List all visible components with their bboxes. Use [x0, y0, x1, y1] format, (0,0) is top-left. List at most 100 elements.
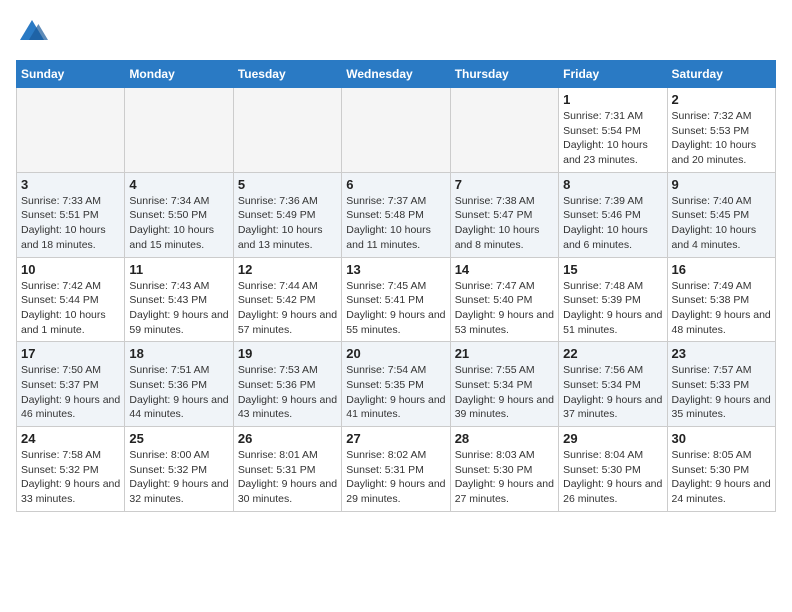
day-number: 23 [672, 346, 771, 361]
day-number: 8 [563, 177, 662, 192]
day-number: 18 [129, 346, 228, 361]
day-number: 26 [238, 431, 337, 446]
day-header-tuesday: Tuesday [233, 61, 341, 88]
day-header-monday: Monday [125, 61, 233, 88]
calendar-cell: 8 Sunrise: 7:39 AMSunset: 5:46 PMDaylight… [559, 172, 667, 257]
day-number: 11 [129, 262, 228, 277]
day-number: 5 [238, 177, 337, 192]
day-header-friday: Friday [559, 61, 667, 88]
day-number: 3 [21, 177, 120, 192]
calendar-cell: 23 Sunrise: 7:57 AMSunset: 5:33 PMDayligh… [667, 342, 775, 427]
day-info: Sunrise: 8:02 AMSunset: 5:31 PMDaylight:… [346, 448, 445, 507]
day-number: 27 [346, 431, 445, 446]
calendar-cell: 6Sunrise: 7:37 AMSunset: 5:48 PMDaylight… [342, 172, 450, 257]
calendar-cell [342, 88, 450, 173]
calendar-cell: 15 Sunrise: 7:48 AMSunset: 5:39 PMDayligh… [559, 257, 667, 342]
calendar-cell: 27 Sunrise: 8:02 AMSunset: 5:31 PMDayligh… [342, 427, 450, 512]
day-number: 7 [455, 177, 554, 192]
day-header-wednesday: Wednesday [342, 61, 450, 88]
calendar-week-2: 3Sunrise: 7:33 AMSunset: 5:51 PMDaylight… [17, 172, 776, 257]
day-info: Sunrise: 7:54 AMSunset: 5:35 PMDaylight:… [346, 363, 445, 422]
calendar-cell: 7 Sunrise: 7:38 AMSunset: 5:47 PMDaylight… [450, 172, 558, 257]
calendar-cell: 3Sunrise: 7:33 AMSunset: 5:51 PMDaylight… [17, 172, 125, 257]
day-number: 13 [346, 262, 445, 277]
day-number: 10 [21, 262, 120, 277]
day-number: 14 [455, 262, 554, 277]
day-info: Sunrise: 7:40 AMSunset: 5:45 PMDaylight:… [672, 194, 771, 253]
calendar-week-5: 24 Sunrise: 7:58 AMSunset: 5:32 PMDayligh… [17, 427, 776, 512]
calendar-week-1: 1 Sunrise: 7:31 AMSunset: 5:54 PMDaylight… [17, 88, 776, 173]
calendar-cell [125, 88, 233, 173]
day-number: 30 [672, 431, 771, 446]
day-info: Sunrise: 7:55 AMSunset: 5:34 PMDaylight:… [455, 363, 554, 422]
day-number: 4 [129, 177, 228, 192]
calendar-cell: 17Sunrise: 7:50 AMSunset: 5:37 PMDayligh… [17, 342, 125, 427]
day-info: Sunrise: 7:36 AMSunset: 5:49 PMDaylight:… [238, 194, 337, 253]
page-header [16, 16, 776, 48]
day-number: 22 [563, 346, 662, 361]
day-info: Sunrise: 7:56 AMSunset: 5:34 PMDaylight:… [563, 363, 662, 422]
day-number: 9 [672, 177, 771, 192]
calendar-cell: 9 Sunrise: 7:40 AMSunset: 5:45 PMDaylight… [667, 172, 775, 257]
day-info: Sunrise: 7:38 AMSunset: 5:47 PMDaylight:… [455, 194, 554, 253]
calendar-cell: 18 Sunrise: 7:51 AMSunset: 5:36 PMDayligh… [125, 342, 233, 427]
calendar-cell: 16Sunrise: 7:49 AMSunset: 5:38 PMDayligh… [667, 257, 775, 342]
day-info: Sunrise: 8:00 AMSunset: 5:32 PMDaylight:… [129, 448, 228, 507]
calendar-cell: 28Sunrise: 8:03 AMSunset: 5:30 PMDayligh… [450, 427, 558, 512]
day-info: Sunrise: 7:48 AMSunset: 5:39 PMDaylight:… [563, 279, 662, 338]
day-number: 20 [346, 346, 445, 361]
day-header-thursday: Thursday [450, 61, 558, 88]
day-number: 12 [238, 262, 337, 277]
day-info: Sunrise: 7:42 AMSunset: 5:44 PMDaylight:… [21, 279, 120, 338]
day-header-sunday: Sunday [17, 61, 125, 88]
calendar-cell: 20 Sunrise: 7:54 AMSunset: 5:35 PMDayligh… [342, 342, 450, 427]
calendar-cell: 13 Sunrise: 7:45 AMSunset: 5:41 PMDayligh… [342, 257, 450, 342]
calendar-cell: 22 Sunrise: 7:56 AMSunset: 5:34 PMDayligh… [559, 342, 667, 427]
day-info: Sunrise: 7:50 AMSunset: 5:37 PMDaylight:… [21, 363, 120, 422]
day-info: Sunrise: 7:44 AMSunset: 5:42 PMDaylight:… [238, 279, 337, 338]
day-info: Sunrise: 7:49 AMSunset: 5:38 PMDaylight:… [672, 279, 771, 338]
day-info: Sunrise: 8:04 AMSunset: 5:30 PMDaylight:… [563, 448, 662, 507]
calendar-cell: 2 Sunrise: 7:32 AMSunset: 5:53 PMDaylight… [667, 88, 775, 173]
day-number: 21 [455, 346, 554, 361]
logo-icon [16, 16, 48, 48]
calendar-cell: 5 Sunrise: 7:36 AMSunset: 5:49 PMDaylight… [233, 172, 341, 257]
day-info: Sunrise: 7:43 AMSunset: 5:43 PMDaylight:… [129, 279, 228, 338]
day-info: Sunrise: 7:57 AMSunset: 5:33 PMDaylight:… [672, 363, 771, 422]
day-info: Sunrise: 8:01 AMSunset: 5:31 PMDaylight:… [238, 448, 337, 507]
calendar-week-3: 10 Sunrise: 7:42 AMSunset: 5:44 PMDayligh… [17, 257, 776, 342]
day-number: 1 [563, 92, 662, 107]
calendar-cell: 19 Sunrise: 7:53 AMSunset: 5:36 PMDayligh… [233, 342, 341, 427]
day-info: Sunrise: 7:31 AMSunset: 5:54 PMDaylight:… [563, 109, 662, 168]
day-header-saturday: Saturday [667, 61, 775, 88]
calendar-cell: 30 Sunrise: 8:05 AMSunset: 5:30 PMDayligh… [667, 427, 775, 512]
calendar-cell [233, 88, 341, 173]
day-info: Sunrise: 7:53 AMSunset: 5:36 PMDaylight:… [238, 363, 337, 422]
day-info: Sunrise: 8:03 AMSunset: 5:30 PMDaylight:… [455, 448, 554, 507]
calendar-cell: 4 Sunrise: 7:34 AMSunset: 5:50 PMDaylight… [125, 172, 233, 257]
calendar-cell: 14Sunrise: 7:47 AMSunset: 5:40 PMDayligh… [450, 257, 558, 342]
calendar-cell: 25 Sunrise: 8:00 AMSunset: 5:32 PMDayligh… [125, 427, 233, 512]
calendar-cell: 21 Sunrise: 7:55 AMSunset: 5:34 PMDayligh… [450, 342, 558, 427]
day-info: Sunrise: 8:05 AMSunset: 5:30 PMDaylight:… [672, 448, 771, 507]
calendar-cell: 1 Sunrise: 7:31 AMSunset: 5:54 PMDaylight… [559, 88, 667, 173]
day-info: Sunrise: 7:39 AMSunset: 5:46 PMDaylight:… [563, 194, 662, 253]
day-number: 24 [21, 431, 120, 446]
calendar-cell: 11 Sunrise: 7:43 AMSunset: 5:43 PMDayligh… [125, 257, 233, 342]
day-number: 25 [129, 431, 228, 446]
calendar-cell: 12 Sunrise: 7:44 AMSunset: 5:42 PMDayligh… [233, 257, 341, 342]
day-info: Sunrise: 7:32 AMSunset: 5:53 PMDaylight:… [672, 109, 771, 168]
day-info: Sunrise: 7:51 AMSunset: 5:36 PMDaylight:… [129, 363, 228, 422]
day-number: 29 [563, 431, 662, 446]
calendar-cell: 26 Sunrise: 8:01 AMSunset: 5:31 PMDayligh… [233, 427, 341, 512]
day-number: 15 [563, 262, 662, 277]
logo [16, 16, 52, 48]
day-info: Sunrise: 7:58 AMSunset: 5:32 PMDaylight:… [21, 448, 120, 507]
day-number: 2 [672, 92, 771, 107]
day-info: Sunrise: 7:34 AMSunset: 5:50 PMDaylight:… [129, 194, 228, 253]
calendar-header-row: SundayMondayTuesdayWednesdayThursdayFrid… [17, 61, 776, 88]
calendar-cell [17, 88, 125, 173]
calendar-table: SundayMondayTuesdayWednesdayThursdayFrid… [16, 60, 776, 512]
day-info: Sunrise: 7:45 AMSunset: 5:41 PMDaylight:… [346, 279, 445, 338]
day-number: 19 [238, 346, 337, 361]
